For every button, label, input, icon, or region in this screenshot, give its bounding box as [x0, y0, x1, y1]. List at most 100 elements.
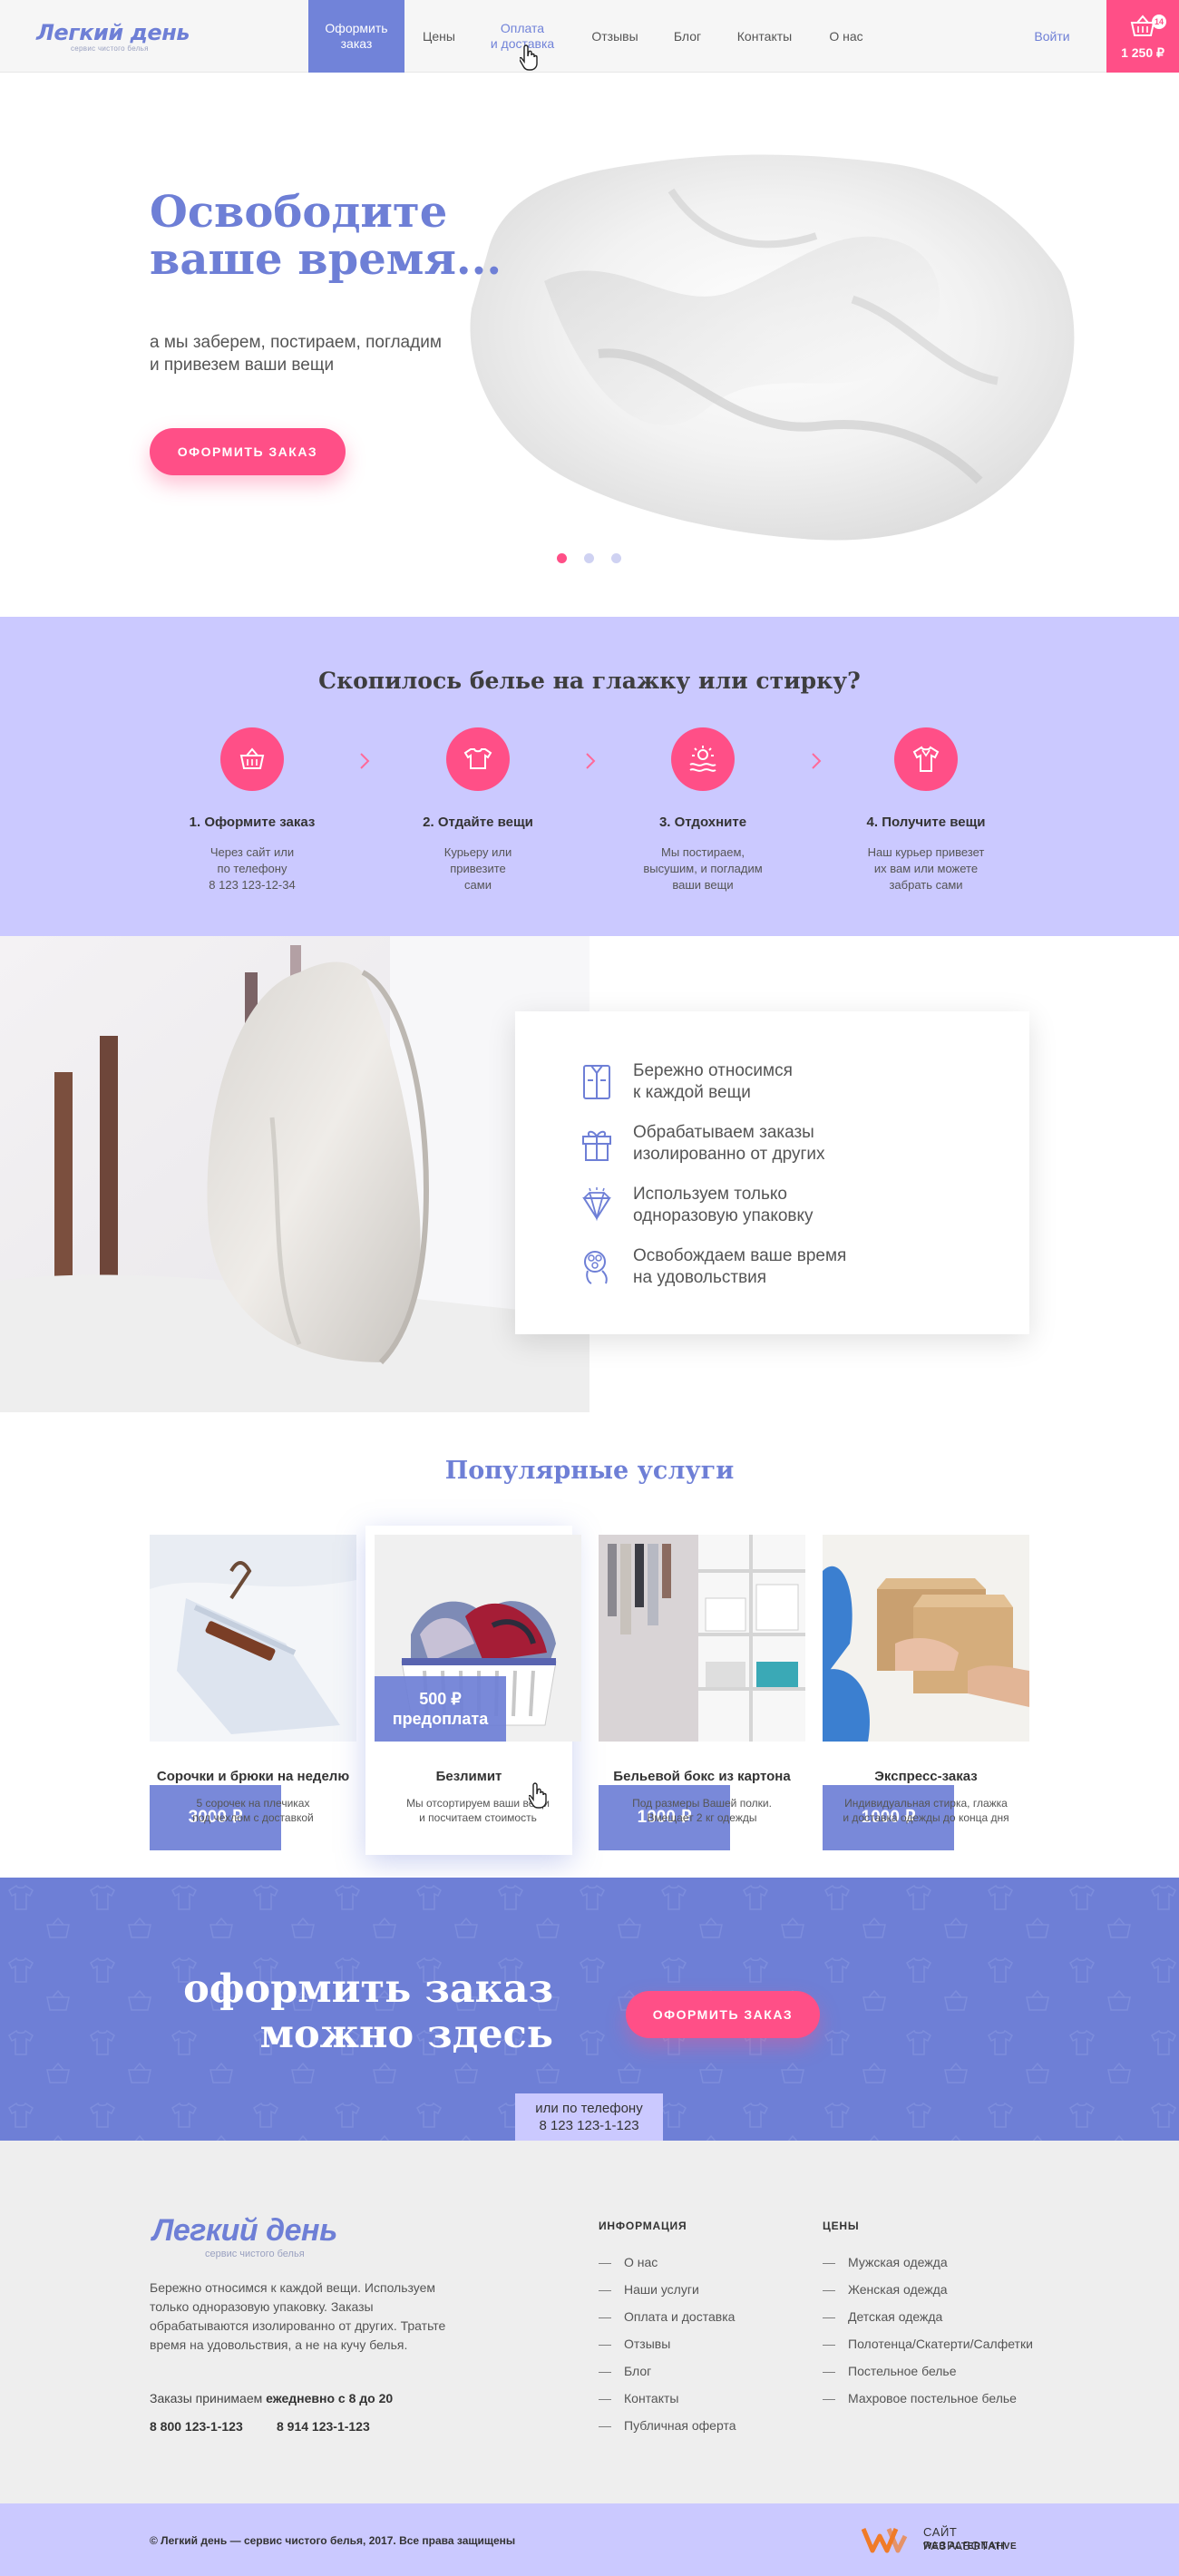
footer-link[interactable]: Публичная оферта	[599, 2418, 736, 2433]
footer-phone-2[interactable]: 8 914 123-1-123	[277, 2419, 370, 2434]
footer-info-title: ИНФОРМАЦИЯ	[599, 2220, 687, 2232]
hero-title: Освободите ваше время...	[150, 187, 502, 285]
cta-phone-box: или по телефону 8 123 123-1-123	[515, 2093, 663, 2141]
clothes-icon	[446, 727, 510, 791]
developer-line-2: WEB ALTERNATIVE	[923, 2542, 1018, 2552]
logo[interactable]: Легкий день сервис чистого белья	[36, 20, 190, 53]
nav-order[interactable]: Оформить заказ	[308, 0, 404, 73]
features-card: Бережно относимся к каждой вещи Обрабаты…	[515, 1011, 1029, 1334]
feature-item: Освобождаем ваше время на удовольствия	[584, 1245, 978, 1289]
footer-about: Бережно относимся к каждой вещи. Использ…	[150, 2280, 446, 2352]
footer-bottom-bar: © Легкий день — сервис чистого белья, 20…	[0, 2503, 1179, 2576]
step-text: Мы постираем, высушим, и погладим ваши в…	[643, 845, 763, 892]
hero-fabric-image	[470, 154, 1075, 541]
how-it-works-section: Скопилось белье на глажку или стирку? 1.…	[0, 617, 1179, 936]
cart-total: 1 250 ₽	[1121, 45, 1164, 60]
relax-icon	[671, 727, 735, 791]
service-desc: 5 сорочек на плечиках под чехлом с доста…	[192, 1797, 314, 1824]
cart-count-badge: 14	[1152, 15, 1166, 29]
services-title: Популярные услуги	[444, 1457, 735, 1485]
service-card[interactable]: 1000 ₽ Экспресс-заказ Индивидуальная сти…	[823, 1535, 1029, 1850]
cta-title: оформить заказ можно здесь	[183, 1966, 553, 2057]
web-alternative-logo-icon	[862, 2528, 908, 2553]
service-name: Экспресс-заказ	[874, 1769, 978, 1784]
step-title: 4. Получите вещи	[866, 815, 986, 830]
step-text: Курьеру или привезите сами	[443, 845, 512, 892]
logo-title: Легкий день	[36, 20, 190, 45]
footer-link[interactable]: Мужская одежда	[823, 2255, 948, 2269]
step-4: 4. Получите вещи Наш курьер привезет их …	[813, 727, 1039, 893]
logo-subtitle: сервис чистого белья	[71, 44, 149, 53]
feature-item: Обрабатываем заказы изолированно от друг…	[582, 1122, 978, 1166]
slider-dot-3[interactable]	[611, 553, 621, 563]
footer-link[interactable]: Детская одежда	[823, 2309, 942, 2324]
footer-link[interactable]: Наши услуги	[599, 2282, 699, 2297]
footer-link[interactable]: Махровое постельное белье	[823, 2391, 1017, 2405]
slider-dot-1[interactable]	[557, 553, 567, 563]
footer-link[interactable]: Отзывы	[599, 2337, 670, 2351]
logo-subtitle: сервис чистого белья	[205, 2249, 305, 2259]
footer-hours: Заказы принимаем ежедневно с 8 до 20	[150, 2391, 394, 2405]
footer-prices-title: ЦЕНЫ	[823, 2220, 860, 2232]
cta-order-button[interactable]: ОФОРМИТЬ ЗАКАЗ	[626, 1991, 820, 2038]
footer-link[interactable]: Полотенца/Скатерти/Салфетки	[823, 2337, 1033, 2351]
order-cta-section: оформить заказ можно здесь ОФОРМИТЬ ЗАКА…	[0, 1878, 1179, 2141]
phone-number[interactable]: 8 123 123-1-123	[515, 2117, 663, 2134]
diamond-icon	[582, 1187, 611, 1222]
service-card-selected[interactable]: 500 ₽ предоплата Безлимит Мы отсортируем…	[365, 1526, 581, 1855]
service-card[interactable]: 1000 ₽ Бельевой бокс из картона Под разм…	[599, 1535, 805, 1850]
nav-reviews[interactable]: Отзывы	[580, 0, 649, 73]
footer-link[interactable]: О нас	[599, 2255, 658, 2269]
nav-prices[interactable]: Цены	[414, 0, 464, 73]
feature-item: Используем только одноразовую упаковку	[582, 1184, 978, 1227]
service-name: Бельевой бокс из картона	[613, 1769, 791, 1784]
login-link[interactable]: Войти	[1016, 0, 1088, 73]
service-price: 500 ₽ предоплата	[375, 1676, 506, 1742]
nav-about[interactable]: О нас	[813, 0, 880, 73]
site-footer: Легкий день сервис чистого белья Бережно…	[0, 2141, 1179, 2503]
gift-icon	[582, 1130, 611, 1161]
step-text: Через сайт или по телефону 8 123 123-12-…	[209, 845, 296, 892]
basket-icon	[220, 727, 284, 791]
service-card[interactable]: 3000 ₽ Сорочки и брюки на неделю 5 сороч…	[150, 1535, 356, 1850]
shirt-outline-icon	[583, 1065, 610, 1099]
footer-link[interactable]: Оплата и доставка	[599, 2309, 735, 2324]
slider-dot-2[interactable]	[584, 553, 594, 563]
step-1: 1. Оформите заказ Через сайт или по теле…	[139, 727, 365, 893]
step-title: 1. Оформите заказ	[189, 815, 316, 830]
phone-label: или по телефону	[535, 2101, 643, 2116]
hand-cursor-icon	[529, 1782, 547, 1809]
nav-blog[interactable]: Блог	[658, 0, 716, 73]
copyright: © Легкий день — сервис чистого белья, 20…	[150, 2534, 516, 2547]
step-3: 3. Отдохните Мы постираем, высушим, и по…	[590, 727, 816, 893]
footer-logo[interactable]: Легкий день сервис чистого белья	[152, 2213, 337, 2259]
feature-item: Бережно относимся к каждой вещи	[583, 1060, 978, 1104]
footer-link[interactable]: Постельное белье	[823, 2364, 957, 2378]
service-desc: Индивидуальная стирка, глажка и доставка…	[843, 1797, 1009, 1824]
nav-contacts[interactable]: Контакты	[726, 0, 804, 73]
hero-order-button[interactable]: ОФОРМИТЬ ЗАКАЗ	[150, 428, 346, 475]
step-title: 3. Отдохните	[658, 815, 747, 830]
cart-button[interactable]: 14 1 250 ₽	[1106, 0, 1179, 73]
shirts-photo	[150, 1535, 356, 1742]
person-icon	[584, 1251, 608, 1284]
shirt-icon	[894, 727, 958, 791]
delivery-boxes-photo	[823, 1535, 1029, 1742]
wardrobe-boxes-photo	[599, 1535, 805, 1742]
steps-title: Скопилось белье на глажку или стирку?	[318, 668, 861, 694]
step-text: Наш курьер привезет их вам или можете за…	[867, 845, 985, 892]
service-name: Сорочки и брюки на неделю	[156, 1769, 350, 1784]
step-2: 2. Отдайте вещи Курьеру или привезите са…	[365, 727, 591, 893]
service-desc: Под размеры Вашей полки. Вмещает 2 кг од…	[632, 1797, 772, 1824]
logo-title: Легкий день	[152, 2213, 337, 2248]
hand-cursor-icon	[520, 44, 538, 71]
footer-phone-1[interactable]: 8 800 123-1-123	[150, 2419, 243, 2434]
step-title: 2. Отдайте вещи	[423, 815, 533, 830]
developer-credit[interactable]: САЙТ РАЗРАБОТАН WEB ALTERNATIVE	[862, 2523, 1034, 2556]
pillows-photo	[0, 936, 590, 1412]
footer-link[interactable]: Женская одежда	[823, 2282, 948, 2297]
site-header: Легкий день сервис чистого белья Оформит…	[0, 0, 1179, 73]
footer-link[interactable]: Блог	[599, 2364, 651, 2378]
footer-link[interactable]: Контакты	[599, 2391, 678, 2405]
hero-subtitle: а мы заберем, постираем, погладим и прив…	[150, 333, 442, 375]
